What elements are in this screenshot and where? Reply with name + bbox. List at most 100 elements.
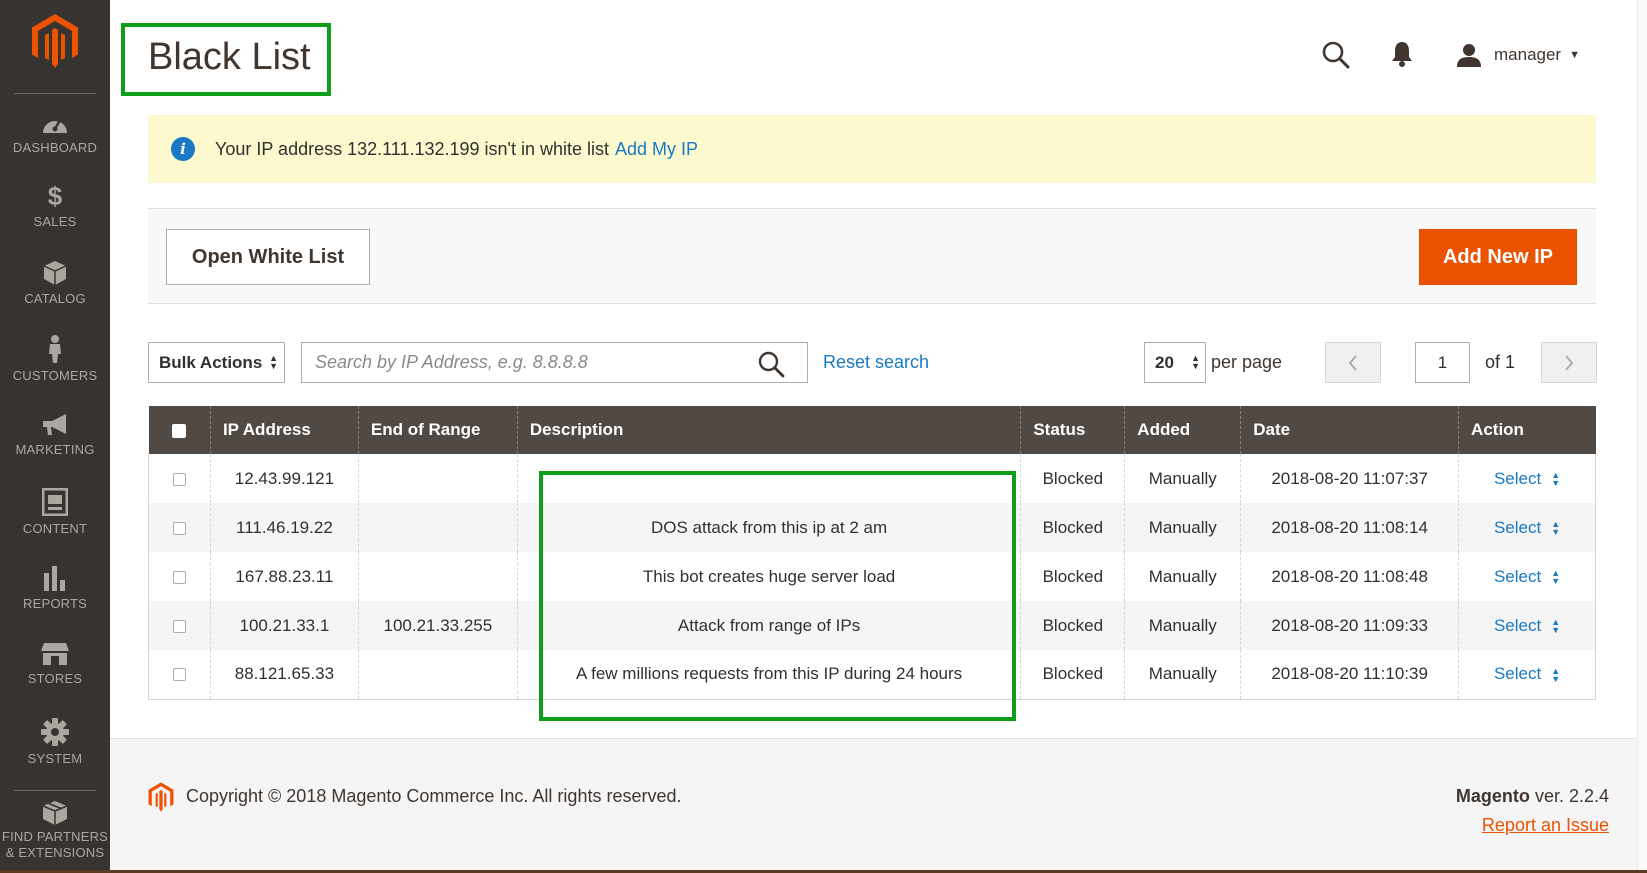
table-row: 88.121.65.33 A few millions requests fro… <box>148 650 1596 700</box>
bar-chart-icon <box>44 566 65 591</box>
sidebar-item-content[interactable]: CONTENT <box>0 488 110 537</box>
user-menu[interactable]: manager ▼ <box>1456 40 1580 70</box>
ip-search-input[interactable] <box>302 343 752 382</box>
row-checkbox[interactable] <box>172 570 186 584</box>
sidebar-item-label-line1: FIND PARTNERS <box>1 829 109 844</box>
row-action-select[interactable]: Select ▲ ▼ <box>1494 664 1560 683</box>
row-checkbox[interactable] <box>172 619 186 633</box>
sidebar-item-dashboard[interactable]: DASHBOARD <box>0 113 110 156</box>
admin-sidebar: DASHBOARD $ SALES CATALOG CUSTOMERS MARK… <box>0 0 110 873</box>
row-select-cell <box>148 601 211 650</box>
sidebar-item-system[interactable]: SYSTEM <box>0 718 110 767</box>
ip-cell: 88.121.65.33 <box>209 650 359 700</box>
sidebar-divider <box>14 790 96 791</box>
megaphone-icon <box>43 414 66 435</box>
row-select-cell <box>148 503 211 552</box>
magento-logo-icon <box>148 782 174 812</box>
search-box <box>301 342 808 383</box>
current-page-input[interactable]: 1 <box>1415 342 1470 383</box>
column-header[interactable]: Status <box>1020 406 1125 454</box>
row-checkbox[interactable] <box>172 472 186 486</box>
column-header[interactable]: IP Address <box>209 406 359 454</box>
bell-icon[interactable] <box>1390 40 1414 68</box>
action-cell: Select ▲ ▼ <box>1458 454 1596 503</box>
chevron-right-icon <box>1565 354 1574 371</box>
end-range-cell <box>357 454 518 503</box>
previous-page-button[interactable] <box>1325 342 1381 383</box>
page-count-label: of 1 <box>1485 352 1516 372</box>
column-header: Action <box>1458 406 1596 454</box>
added-cell: Manually <box>1124 601 1241 650</box>
magento-logo-icon[interactable] <box>31 14 79 68</box>
sidebar-item-label-line2: & EXTENSIONS <box>5 845 105 860</box>
column-header[interactable]: Date <box>1240 406 1459 454</box>
blacklist-table: IP Address End of Range Description Stat… <box>148 406 1596 700</box>
next-page-button[interactable] <box>1541 342 1597 383</box>
select-all-checkbox[interactable] <box>172 423 187 438</box>
select-arrows-icon: ▲ ▼ <box>1551 665 1561 684</box>
column-header[interactable]: End of Range <box>357 406 518 454</box>
end-range-cell <box>357 650 518 700</box>
add-my-ip-link[interactable]: Add My IP <box>615 139 698 160</box>
per-page-select[interactable]: 20 ▲ ▼ <box>1144 342 1206 383</box>
status-cell: Blocked <box>1020 650 1125 700</box>
version-text: Magento ver. 2.2.4 <box>1456 786 1609 807</box>
added-cell: Manually <box>1124 650 1241 700</box>
sidebar-item-reports[interactable]: REPORTS <box>0 565 110 612</box>
chevron-left-icon <box>1348 354 1357 371</box>
row-action-label: Select <box>1493 468 1542 488</box>
dashboard-icon <box>43 119 67 133</box>
version-number: ver. 2.2.4 <box>1534 786 1609 806</box>
sidebar-item-customers[interactable]: CUSTOMERS <box>0 335 110 384</box>
page-actions-bar: Open White List Add New IP <box>148 208 1596 304</box>
date-cell: 2018-08-20 11:08:48 <box>1240 552 1459 601</box>
row-checkbox[interactable] <box>172 668 186 682</box>
open-white-list-button[interactable]: Open White List <box>166 229 370 285</box>
description-cell: This bot creates huge server load <box>516 552 1021 601</box>
reset-search-link[interactable]: Reset search <box>823 352 929 373</box>
add-new-ip-button[interactable]: Add New IP <box>1419 229 1577 285</box>
action-cell: Select ▲ ▼ <box>1458 503 1596 552</box>
info-icon: i <box>171 137 195 161</box>
page-title: Black List <box>148 36 311 78</box>
table-header-row: IP Address End of Range Description Stat… <box>148 406 1596 454</box>
row-action-select[interactable]: Select ▲ ▼ <box>1494 616 1560 635</box>
row-action-select[interactable]: Select ▲ ▼ <box>1494 469 1560 488</box>
bulk-actions-label: Bulk Actions <box>159 352 263 372</box>
sidebar-item-marketing[interactable]: MARKETING <box>0 413 110 458</box>
row-select-cell <box>148 552 211 601</box>
search-icon[interactable] <box>1321 40 1351 70</box>
row-action-select[interactable]: Select ▲ ▼ <box>1494 567 1560 586</box>
brand-name: Magento <box>1455 786 1530 806</box>
sidebar-item-stores[interactable]: STORES <box>0 642 110 687</box>
search-icon[interactable] <box>757 350 785 378</box>
bulk-actions-select[interactable]: Bulk Actions ▲ ▼ <box>148 342 285 383</box>
report-issue-link[interactable]: Report an Issue <box>1482 815 1609 836</box>
sidebar-item-find-partners[interactable]: FIND PARTNERS & EXTENSIONS <box>0 800 110 861</box>
box-icon <box>43 261 67 285</box>
sidebar-item-catalog[interactable]: CATALOG <box>0 260 110 307</box>
vertical-scrollbar[interactable] <box>1637 0 1647 873</box>
select-all-header <box>148 406 211 454</box>
row-checkbox[interactable] <box>172 521 186 535</box>
end-range-cell <box>357 552 518 601</box>
ip-cell: 100.21.33.1 <box>209 601 359 650</box>
notice-message: Your IP address 132.111.132.199 isn't in… <box>215 138 610 159</box>
sidebar-item-label: CATALOG <box>24 291 86 306</box>
action-cell: Select ▲ ▼ <box>1458 601 1596 650</box>
row-action-select[interactable]: Select ▲ ▼ <box>1494 518 1560 537</box>
column-header[interactable]: Description <box>516 406 1021 454</box>
select-arrows-icon: ▲ ▼ <box>269 353 278 371</box>
sidebar-item-sales[interactable]: $ SALES <box>0 183 110 230</box>
page-footer: Copyright © 2018 Magento Commerce Inc. A… <box>110 738 1647 873</box>
column-header[interactable]: Added <box>1124 406 1241 454</box>
status-cell: Blocked <box>1020 601 1125 650</box>
date-cell: 2018-08-20 11:10:39 <box>1240 650 1459 700</box>
date-cell: 2018-08-20 11:08:14 <box>1240 503 1459 552</box>
row-action-label: Select <box>1493 664 1542 684</box>
user-icon <box>1457 44 1481 67</box>
row-action-label: Select <box>1493 517 1542 537</box>
action-cell: Select ▲ ▼ <box>1458 650 1596 700</box>
description-cell: Attack from range of IPs <box>516 601 1021 650</box>
sidebar-item-label: SALES <box>33 214 77 229</box>
